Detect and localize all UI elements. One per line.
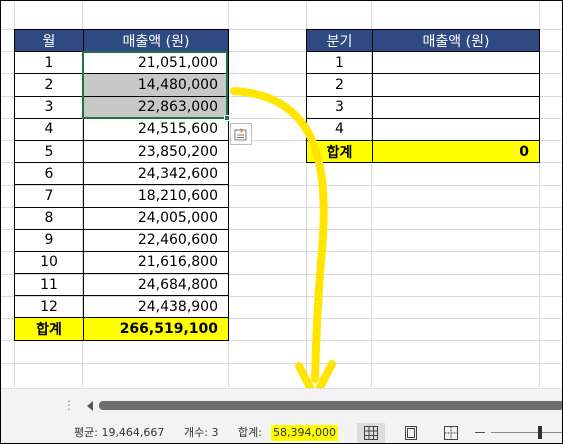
table-row: 4 24,515,600: [14, 117, 229, 141]
triangle-left-icon: [85, 398, 95, 417]
month-cell[interactable]: 5: [14, 139, 84, 164]
table-row: 2: [306, 73, 540, 97]
quarter-cell[interactable]: 4: [306, 117, 373, 141]
total-row: 합계 0: [306, 139, 540, 164]
sales-cell[interactable]: [372, 95, 540, 119]
quarter-cell[interactable]: 2: [306, 73, 373, 97]
sales-cell[interactable]: [372, 73, 540, 97]
sales-cell[interactable]: 24,005,000: [83, 206, 229, 230]
table-row: 4: [306, 117, 540, 141]
sales-cell[interactable]: [372, 117, 540, 141]
table-row: 12 24,438,900: [14, 295, 229, 319]
month-cell[interactable]: 2: [14, 73, 84, 97]
table-row: 1: [306, 51, 540, 75]
sales-cell[interactable]: 18,210,600: [83, 184, 229, 208]
month-cell[interactable]: 7: [14, 184, 84, 208]
normal-view-button[interactable]: [357, 423, 385, 443]
status-sum-label: 합계:: [238, 426, 262, 439]
horizontal-scrollbar-thumb[interactable]: [99, 401, 562, 410]
table-row: 3 22,863,000: [14, 95, 229, 119]
sales-cell[interactable]: 24,342,600: [83, 162, 229, 186]
month-cell[interactable]: 12: [14, 295, 84, 319]
month-cell[interactable]: 1: [14, 51, 84, 75]
horizontal-scroll-area: ⋮: [1, 388, 562, 421]
status-count: 개수: 3: [184, 426, 219, 439]
status-average: 평균: 19,464,667: [74, 426, 165, 439]
page-layout-view-button[interactable]: [397, 423, 425, 443]
zoom-slider[interactable]: [491, 432, 562, 433]
sales-cell-selected[interactable]: 14,480,000: [83, 73, 229, 97]
sales-header[interactable]: 매출액 (원): [372, 28, 540, 53]
table-row: 1 21,051,000: [14, 51, 229, 75]
monthly-sales-table: 월 매출액 (원) 1 21,051,000 2 14,480,000 3 22…: [14, 28, 229, 341]
total-label-cell[interactable]: 합계: [306, 139, 373, 164]
sales-header[interactable]: 매출액 (원): [83, 28, 229, 53]
table-row: 7 18,210,600: [14, 184, 229, 208]
total-value-cell[interactable]: 266,519,100: [83, 317, 229, 341]
total-row: 합계 266,519,100: [14, 317, 229, 341]
quarter-cell[interactable]: 3: [306, 95, 373, 119]
page-break-preview-button[interactable]: [437, 423, 465, 443]
table-row: 11 24,684,800: [14, 273, 229, 297]
table-row: 10 21,616,800: [14, 250, 229, 275]
zoom-slider-thumb[interactable]: [538, 426, 542, 439]
sales-cell[interactable]: 21,616,800: [83, 250, 229, 275]
month-header[interactable]: 월: [14, 28, 84, 53]
month-cell[interactable]: 9: [14, 228, 84, 252]
sales-cell[interactable]: 22,460,600: [83, 228, 229, 252]
month-cell[interactable]: 10: [14, 250, 84, 275]
quarter-cell[interactable]: 1: [306, 51, 373, 75]
month-cell[interactable]: 3: [14, 95, 84, 119]
excel-window: 월 매출액 (원) 1 21,051,000 2 14,480,000 3 22…: [0, 0, 563, 444]
sales-cell[interactable]: 24,684,800: [83, 273, 229, 297]
fill-handle[interactable]: [224, 115, 230, 121]
sales-cell[interactable]: [372, 51, 540, 75]
sales-cell[interactable]: 21,051,000: [83, 51, 229, 75]
month-cell[interactable]: 11: [14, 273, 84, 297]
month-cell[interactable]: 6: [14, 162, 84, 186]
quarterly-sales-table: 분기 매출액 (원) 1 2 3 4 합계 0: [306, 28, 540, 164]
sales-cell[interactable]: 24,515,600: [83, 117, 229, 141]
sales-cell-selected[interactable]: 22,863,000: [83, 95, 229, 119]
quick-analysis-button[interactable]: [230, 123, 252, 145]
total-label-cell[interactable]: 합계: [14, 317, 84, 341]
table-header-row: 월 매출액 (원): [14, 28, 229, 53]
table-header-row: 분기 매출액 (원): [306, 28, 540, 53]
table-row: 2 14,480,000: [14, 73, 229, 97]
total-value-cell[interactable]: 0: [372, 139, 540, 164]
table-row: 8 24,005,000: [14, 206, 229, 230]
quarter-header[interactable]: 분기: [306, 28, 373, 53]
table-row: 6 24,342,600: [14, 162, 229, 186]
month-cell[interactable]: 8: [14, 206, 84, 230]
sales-cell[interactable]: 23,850,200: [83, 139, 229, 164]
sheet-options-icon[interactable]: ⋮: [63, 397, 75, 413]
zoom-out-button[interactable]: [475, 432, 485, 433]
table-row: 9 22,460,600: [14, 228, 229, 252]
month-cell[interactable]: 4: [14, 117, 84, 141]
status-sum-value: 58,394,000: [271, 425, 338, 441]
status-bar: 평균: 19,464,667 개수: 3 합계: 58,394,000: [1, 421, 562, 443]
scroll-left-button[interactable]: [85, 398, 95, 412]
sales-cell[interactable]: 24,438,900: [83, 295, 229, 319]
table-row: 3: [306, 95, 540, 119]
table-row: 5 23,850,200: [14, 139, 229, 164]
